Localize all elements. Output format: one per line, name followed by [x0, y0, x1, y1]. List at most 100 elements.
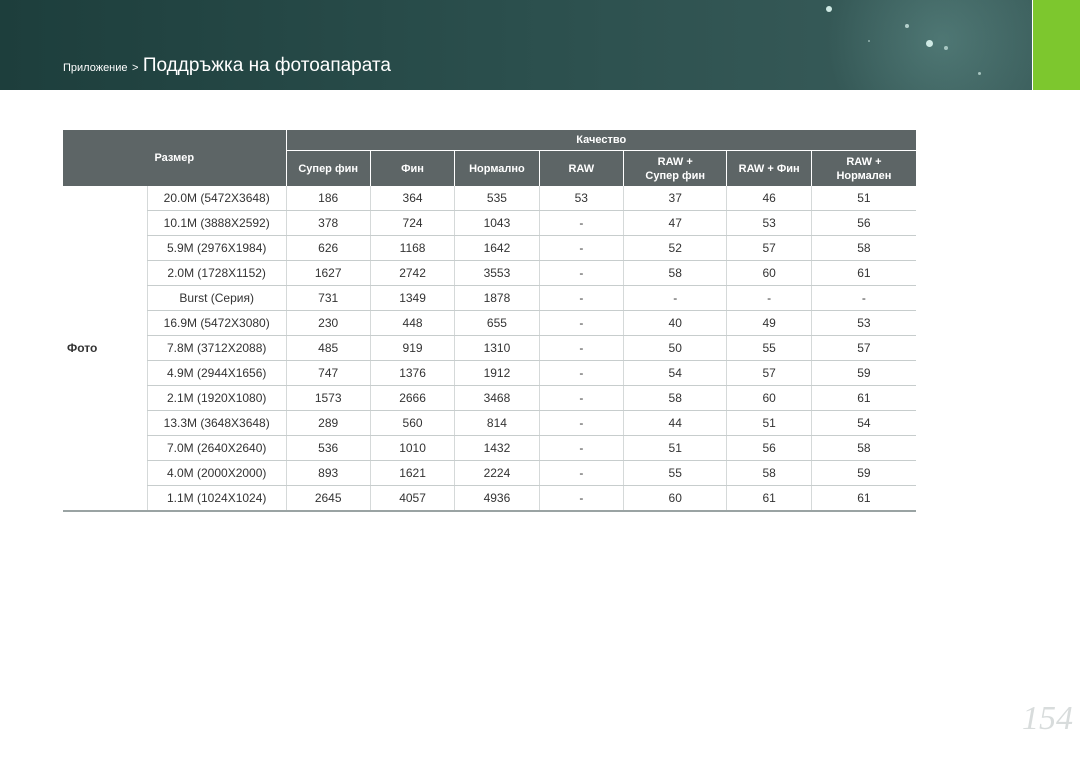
- value-cell: 51: [622, 435, 727, 461]
- value-cell: 1642: [454, 235, 540, 261]
- value-cell: 1010: [369, 435, 455, 461]
- value-cell: 3468: [454, 385, 540, 411]
- value-cell: 44: [622, 410, 727, 436]
- table-row: 16.9M (5472X3080) 230 448 655-40 49 53: [63, 310, 916, 336]
- value-cell: -: [538, 210, 624, 236]
- value-cell: 560: [369, 410, 455, 436]
- page-title: Поддръжка на фотоапарата: [142, 55, 391, 76]
- size-cell: 4.0M (2000X2000): [146, 460, 286, 486]
- sparkle-decoration: [926, 40, 933, 47]
- size-cell: Burst (Серия): [146, 285, 286, 311]
- value-cell: 40: [622, 310, 727, 336]
- value-cell: 919: [369, 335, 455, 361]
- value-cell: -: [538, 460, 624, 486]
- value-cell: 1168: [369, 235, 455, 261]
- value-cell: 814: [454, 410, 540, 436]
- value-cell: 56: [726, 435, 812, 461]
- value-cell: 61: [810, 385, 916, 411]
- table-row: 10.1M (3888X2592) 378 724 1043-47 53 56: [63, 210, 916, 236]
- value-cell: 53: [726, 210, 812, 236]
- value-cell: 230: [285, 310, 371, 336]
- value-cell: 893: [285, 460, 371, 486]
- value-cell: 1621: [369, 460, 455, 486]
- value-cell: 448: [369, 310, 455, 336]
- value-cell: 289: [285, 410, 371, 436]
- table-row: Фото 20.0M (5472X3648) 186 364 535 53 37 46 51: [63, 186, 916, 512]
- size-cell: 10.1M (3888X2592): [146, 210, 286, 236]
- value-cell: 55: [622, 460, 727, 486]
- value-cell: 1878: [454, 285, 540, 311]
- value-cell: 731: [285, 285, 371, 311]
- size-cell: 20.0M (5472X3648): [146, 186, 286, 211]
- value-cell: 535: [454, 186, 540, 211]
- value-cell: 1349: [369, 285, 455, 311]
- value-cell: -: [538, 285, 624, 311]
- value-cell: 51: [726, 410, 812, 436]
- page-number: 154: [1022, 700, 1073, 737]
- size-cell: 7.8M (3712X2088): [146, 335, 286, 361]
- size-cell: 13.3M (3648X3648): [146, 410, 286, 436]
- table-row: 13.3M (3648X3648) 289 560 814-44 51 54: [63, 410, 916, 436]
- value-cell: 47: [622, 210, 727, 236]
- value-cell: 378: [285, 210, 371, 236]
- column-header-raw-normal: RAW + Нормален: [836, 155, 892, 182]
- value-cell: 724: [369, 210, 455, 236]
- breadcrumb-parent[interactable]: Приложение: [63, 62, 128, 74]
- value-cell: -: [538, 235, 624, 261]
- value-cell: 2666: [369, 385, 455, 411]
- table-row: 7.0M (2640X2640) 536 1010 1432-51 56 58: [63, 435, 916, 461]
- value-cell: 51: [810, 186, 916, 211]
- value-cell: 536: [285, 435, 371, 461]
- value-cell: 1432: [454, 435, 540, 461]
- value-cell: 58: [810, 435, 916, 461]
- sparkle-decoration: [978, 72, 981, 75]
- value-cell: 1376: [369, 360, 455, 386]
- column-header-raw-super-fine: RAW + Супер фин: [645, 155, 706, 182]
- value-cell: 60: [726, 260, 812, 286]
- value-cell: -: [810, 285, 916, 311]
- section-tab-marker: [1033, 0, 1080, 90]
- value-cell: 60: [726, 385, 812, 411]
- header-glow: [812, 0, 1032, 90]
- value-cell: 53: [810, 310, 916, 336]
- value-cell: 50: [622, 335, 727, 361]
- sparkle-decoration: [905, 24, 909, 28]
- value-cell: 59: [810, 360, 916, 386]
- value-cell: 57: [726, 360, 812, 386]
- column-header: RAW + Супер фин: [622, 150, 727, 186]
- value-cell: 3553: [454, 260, 540, 286]
- value-cell: 56: [810, 210, 916, 236]
- value-cell: 59: [810, 460, 916, 486]
- value-cell: 61: [726, 485, 812, 512]
- value-cell: -: [538, 360, 624, 386]
- value-cell: 57: [810, 335, 916, 361]
- sparkle-decoration: [944, 46, 948, 50]
- value-cell: 1912: [454, 360, 540, 386]
- size-header: Размер: [63, 130, 287, 186]
- value-cell: 54: [622, 360, 727, 386]
- table-row: 5.9M (2976X1984) 626 1168 1642-52 57 58: [63, 235, 916, 261]
- value-cell: -: [538, 485, 624, 512]
- table-row: 2.0M (1728X1152) 1627 2742 3553-58 60 61: [63, 260, 916, 286]
- value-cell: 747: [285, 360, 371, 386]
- value-cell: 655: [454, 310, 540, 336]
- column-header: Супер фин: [285, 150, 371, 186]
- value-cell: 53: [538, 186, 624, 211]
- value-cell: 1573: [285, 385, 371, 411]
- value-cell: 1627: [285, 260, 371, 286]
- value-cell: 2224: [454, 460, 540, 486]
- value-cell: 485: [285, 335, 371, 361]
- value-cell: -: [622, 285, 727, 311]
- value-cell: 4936: [454, 485, 540, 512]
- value-cell: 46: [726, 186, 812, 211]
- value-cell: 57: [726, 235, 812, 261]
- value-cell: -: [726, 285, 812, 311]
- value-cell: 55: [726, 335, 812, 361]
- value-cell: 37: [622, 186, 727, 211]
- value-cell: 1310: [454, 335, 540, 361]
- value-cell: -: [538, 410, 624, 436]
- size-cell: 16.9M (5472X3080): [146, 310, 286, 336]
- value-cell: 186: [285, 186, 371, 211]
- value-cell: 58: [622, 260, 727, 286]
- value-cell: -: [538, 335, 624, 361]
